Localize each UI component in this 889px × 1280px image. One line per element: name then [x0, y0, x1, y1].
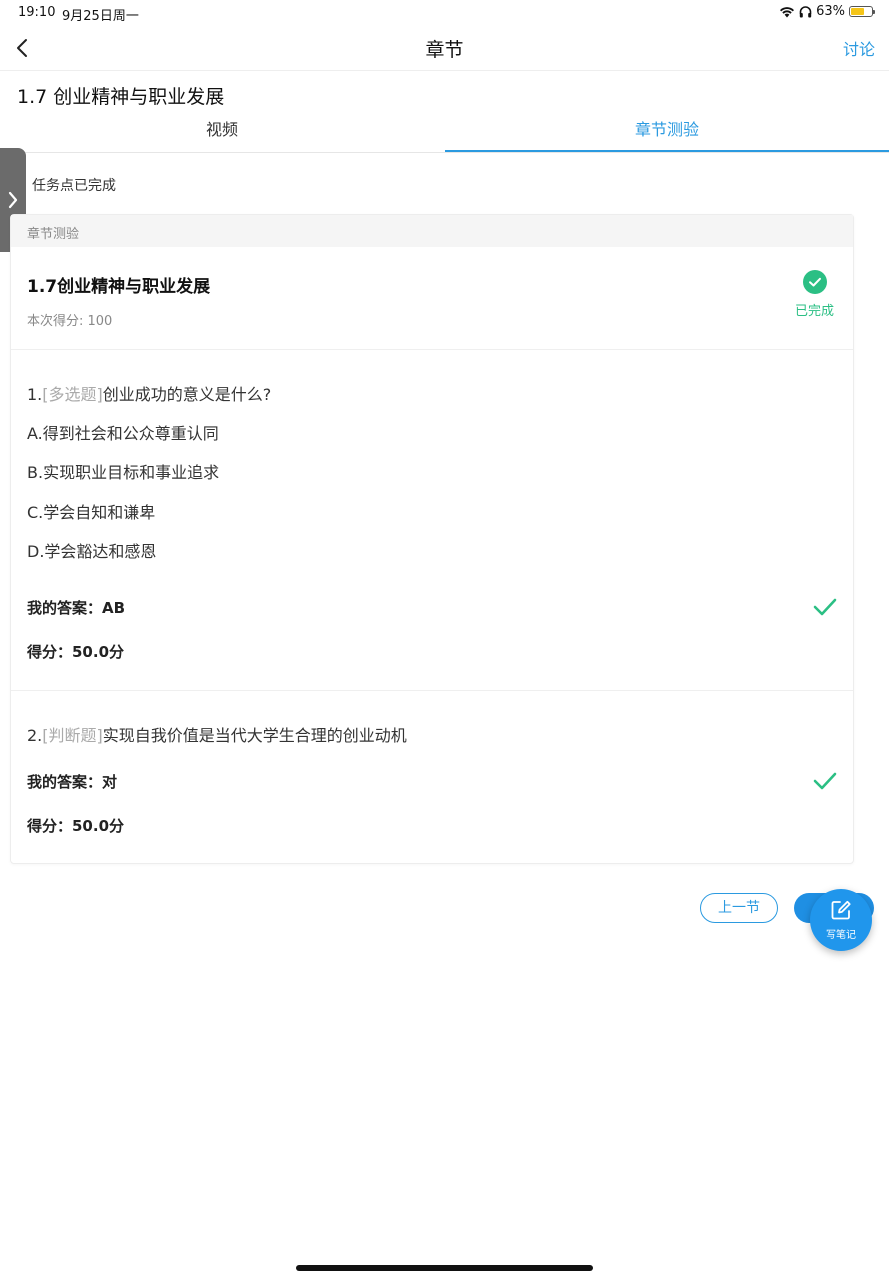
option-a: A.得到社会和公众尊重认同: [27, 424, 219, 443]
question-2: 2.[判断题]实现自我价值是当代大学生合理的创业动机: [27, 722, 407, 746]
chevron-right-icon: [8, 191, 18, 209]
status-bar: 19:10 9月25日周一 63%: [0, 0, 889, 26]
nav-title: 章节: [425, 39, 464, 61]
question-score: 得分：50.0分: [27, 643, 125, 661]
question-number: 1.: [27, 385, 43, 404]
section-label: 章节测验: [27, 227, 80, 242]
my-answer: 我的答案：AB: [27, 599, 126, 617]
chapter-title: 1.7 创业精神与职业发展: [17, 86, 225, 108]
quiz-card: 章节测验 1.7创业精神与职业发展 本次得分: 100 已完成 1.[多选题]创…: [10, 214, 854, 864]
wifi-icon: [780, 6, 795, 17]
check-icon: [813, 772, 837, 790]
battery-percent: 63%: [816, 4, 845, 19]
home-indicator[interactable]: [296, 1265, 593, 1271]
question-text: 创业成功的意义是什么?: [102, 385, 272, 404]
prev-section-button[interactable]: 上一节: [700, 893, 778, 923]
discuss-link[interactable]: 讨论: [843, 36, 875, 60]
write-note-label: 写笔记: [826, 930, 856, 941]
option-d: D.学会豁达和感恩: [27, 542, 157, 561]
card-header: 章节测验: [11, 215, 853, 247]
edit-note-icon: [831, 900, 851, 920]
status-right: 63%: [779, 4, 875, 19]
status-date: 9月25日周一: [62, 9, 139, 24]
task-status: 任务点已完成: [32, 178, 116, 194]
status-time: 19:10: [18, 5, 56, 20]
my-answer: 我的答案：对: [27, 773, 118, 791]
headphones-icon: [799, 5, 812, 17]
chapter-quiz-page: 19:10 9月25日周一 63% 章节 讨论 1.7 创业精神与职业发展 视频…: [0, 0, 889, 1280]
tab-chapter-quiz[interactable]: 章节测验: [445, 110, 889, 152]
divider: [11, 690, 853, 691]
question-text: 实现自我价值是当代大学生合理的创业动机: [102, 726, 407, 745]
battery-fill: [851, 8, 864, 15]
nav-bar: 章节 讨论: [0, 26, 889, 71]
tab-video[interactable]: 视频: [0, 110, 444, 151]
question-score: 得分：50.0分: [27, 817, 125, 835]
battery-icon: [849, 6, 875, 17]
divider: [11, 349, 853, 350]
check-icon: [813, 598, 837, 616]
option-c: C.学会自知和谦卑: [27, 503, 156, 522]
completion-status: 已完成: [795, 304, 835, 319]
question-type: [多选题]: [42, 385, 103, 404]
write-note-button[interactable]: 写笔记: [810, 889, 872, 951]
tab-bar: 视频 章节测验: [0, 110, 889, 153]
question-1: 1.[多选题]创业成功的意义是什么?: [27, 381, 271, 405]
quiz-title: 1.7创业精神与职业发展: [27, 277, 211, 297]
quiz-score: 本次得分: 100: [27, 314, 113, 329]
option-b: B.实现职业目标和事业追求: [27, 463, 220, 482]
check-circle-icon: [803, 270, 827, 294]
question-type: [判断题]: [42, 726, 103, 745]
question-number: 2.: [27, 726, 43, 745]
